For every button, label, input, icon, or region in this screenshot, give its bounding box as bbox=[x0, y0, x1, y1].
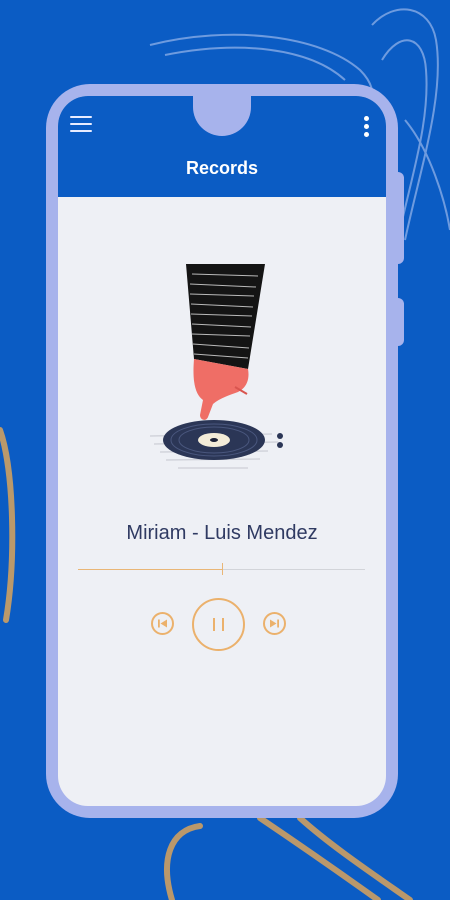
seek-thumb[interactable] bbox=[221, 563, 223, 575]
app-bar: Records bbox=[58, 96, 386, 197]
playback-controls bbox=[58, 596, 386, 652]
phone-notch bbox=[193, 96, 251, 136]
seek-progress bbox=[78, 569, 222, 570]
menu-icon bbox=[70, 116, 92, 118]
pause-icon bbox=[213, 618, 224, 631]
menu-button[interactable] bbox=[68, 114, 94, 134]
vinyl-record-illustration bbox=[150, 264, 283, 469]
more-vertical-icon bbox=[364, 132, 369, 137]
phone-side-button bbox=[396, 172, 404, 264]
more-vertical-icon bbox=[364, 116, 369, 121]
phone-side-button bbox=[396, 298, 404, 346]
more-vertical-icon bbox=[364, 124, 369, 129]
previous-button[interactable] bbox=[151, 612, 174, 635]
phone-screen: Records Miriam - Luis Mendez bbox=[58, 96, 386, 806]
menu-icon bbox=[70, 130, 92, 132]
skip-previous-icon bbox=[158, 619, 167, 628]
next-button[interactable] bbox=[263, 612, 286, 635]
menu-icon bbox=[70, 123, 92, 125]
more-options-button[interactable] bbox=[358, 114, 374, 140]
app-stage: Records Miriam - Luis Mendez bbox=[0, 0, 450, 900]
seek-bar[interactable] bbox=[78, 563, 365, 575]
page-title: Records bbox=[185, 158, 259, 178]
track-title: Miriam - Luis Mendez bbox=[126, 522, 318, 544]
skip-next-icon bbox=[270, 619, 279, 628]
pause-button[interactable] bbox=[192, 598, 245, 651]
